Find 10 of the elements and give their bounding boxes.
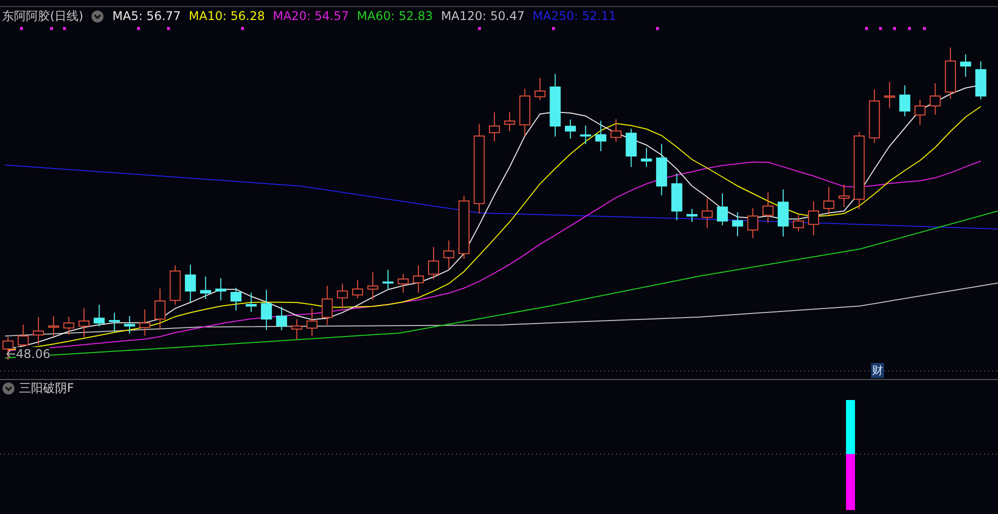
price-label: 48.06 <box>16 347 50 361</box>
indicator-title: 三阳破阴F <box>19 380 74 396</box>
ma-value: MA60: 52.83 <box>356 9 433 23</box>
event-marker[interactable]: 财 <box>871 363 884 378</box>
ma-value: MA250: 52.11 <box>532 9 616 23</box>
ma-value: MA5: 56.77 <box>112 9 181 23</box>
stock-title: 东阿阿胶(日线) <box>2 8 84 24</box>
ma-value: MA10: 56.28 <box>188 9 265 23</box>
ma-value: MA20: 54.57 <box>272 9 349 23</box>
ma-value: MA120: 50.47 <box>440 9 525 23</box>
